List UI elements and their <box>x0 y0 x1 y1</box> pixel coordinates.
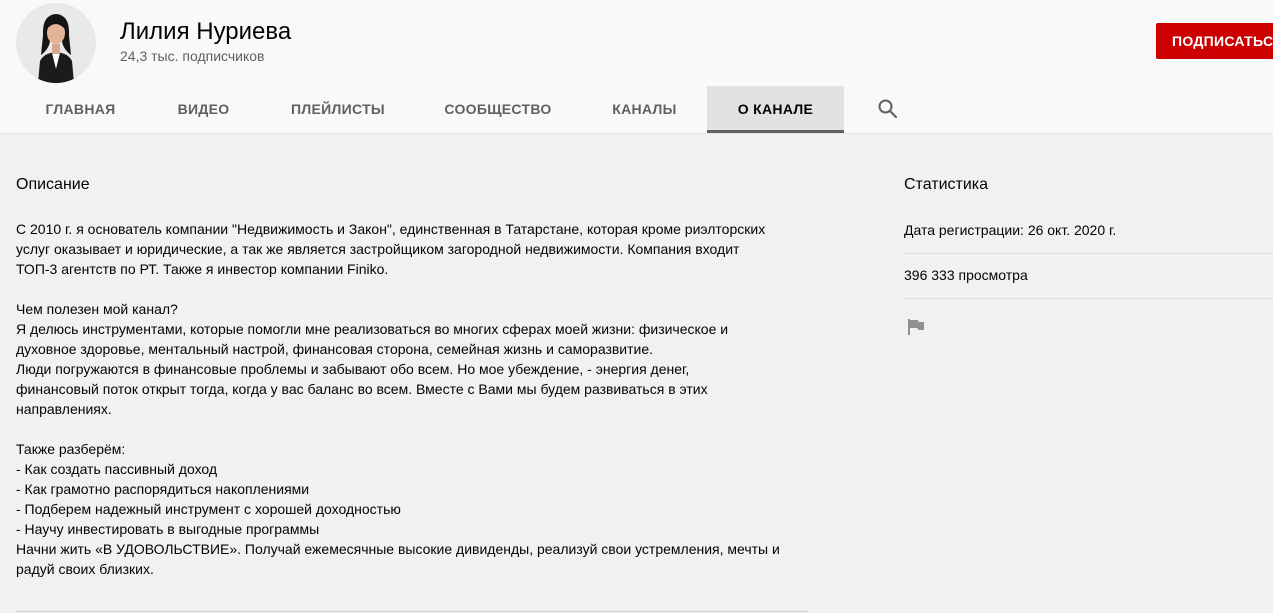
stats-divider <box>904 253 1273 254</box>
channel-description: С 2010 г. я основатель компании "Недвижи… <box>16 219 836 579</box>
view-count: 396 333 просмотра <box>904 267 1028 283</box>
stats-divider <box>904 298 1273 299</box>
subscribe-button[interactable]: ПОДПИСАТЬСЯ <box>1156 23 1273 59</box>
description-line: Люди погружаются в финансовые проблемы и… <box>16 361 690 377</box>
description-line: Чем полезен мой канал? <box>16 301 178 317</box>
description-line: финансовый поток открыт тогда, когда у в… <box>16 381 708 397</box>
description-blank-line <box>16 279 836 299</box>
description-line: С 2010 г. я основатель компании "Недвижи… <box>16 221 766 237</box>
description-line: ТОП-3 агентств по РТ. Также я инвестор к… <box>16 261 389 277</box>
tab-home[interactable]: ГЛАВНАЯ <box>16 86 145 133</box>
search-icon[interactable] <box>877 98 899 120</box>
description-line: - Как создать пассивный доход <box>16 461 218 477</box>
tab-community[interactable]: СООБЩЕСТВО <box>414 86 582 133</box>
description-line: - Научу инвестировать в выгодные програм… <box>16 521 320 537</box>
flag-icon[interactable] <box>907 318 925 336</box>
description-line: Также разберём: <box>16 441 126 457</box>
stats-title: Статистика <box>904 176 989 193</box>
subscriber-count: 24,3 тыс. подписчиков <box>120 48 265 64</box>
channel-name: Лилия Нуриева <box>120 18 292 45</box>
tab-videos[interactable]: ВИДЕО <box>145 86 262 133</box>
description-divider <box>16 611 808 612</box>
registration-date: Дата регистрации: 26 окт. 2020 г. <box>904 222 1117 238</box>
description-blank-line <box>16 419 836 439</box>
description-line: - Как грамотно распорядиться накоплениям… <box>16 481 310 497</box>
description-line: радуй своих близких. <box>16 561 154 577</box>
description-line: духовное здоровье, ментальный настрой, ф… <box>16 341 654 357</box>
description-line: - Подберем надежный инструмент с хорошей… <box>16 501 401 517</box>
description-line: направлениях. <box>16 401 112 417</box>
description-line: Я делюсь инструментами, которые помогли … <box>16 321 729 337</box>
channel-header: Лилия Нуриева 24,3 тыс. подписчиков ПОДП… <box>0 0 1273 134</box>
description-line: Начни жить «В УДОВОЛЬСТВИЕ». Получай еже… <box>16 541 780 557</box>
channel-avatar[interactable] <box>16 3 96 83</box>
tab-playlists[interactable]: ПЛЕЙЛИСТЫ <box>262 86 414 133</box>
description-title: Описание <box>16 176 90 193</box>
description-line: услуг оказывает и юридические, а так же … <box>16 241 740 257</box>
tab-channels[interactable]: КАНАЛЫ <box>582 86 707 133</box>
tab-about[interactable]: О КАНАЛЕ <box>707 86 844 133</box>
